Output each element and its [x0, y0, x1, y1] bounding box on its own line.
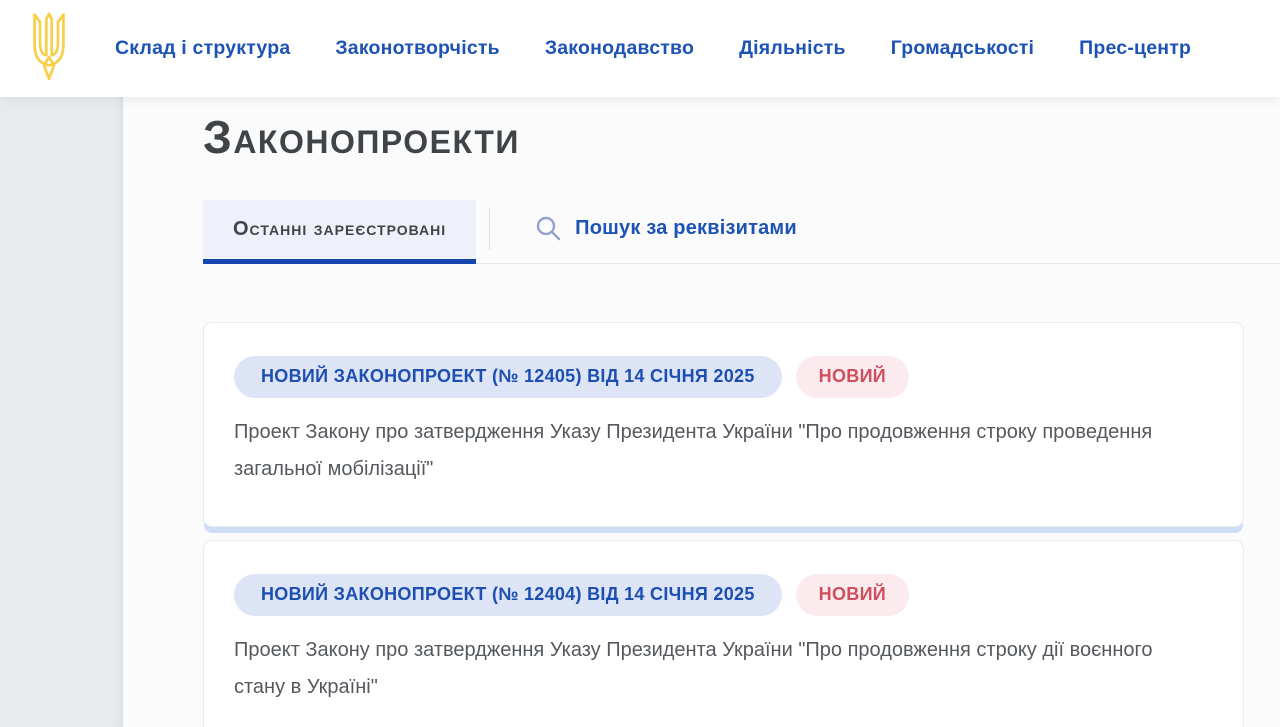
bill-card-12404[interactable]: НОВИЙ ЗАКОНОПРОЕКТ (№ 12404) ВІД 14 СІЧН… [203, 540, 1244, 727]
tab-search-label: Пошук за реквізитами [575, 217, 797, 240]
badge-row: НОВИЙ ЗАКОНОПРОЕКТ (№ 12405) ВІД 14 СІЧН… [234, 356, 1213, 398]
tab-latest-registered-label: Останні зареєстровані [233, 218, 446, 241]
nav-item-zakonotvorchist[interactable]: Законотворчість [335, 37, 499, 60]
nav-item-hromadskosti[interactable]: Громадськості [891, 37, 1034, 60]
status-badge-new: НОВИЙ [796, 574, 909, 616]
rada-logo[interactable] [27, 12, 71, 86]
bill-number-badge[interactable]: НОВИЙ ЗАКОНОПРОЕКТ (№ 12404) ВІД 14 СІЧН… [234, 574, 782, 616]
status-badge-new: НОВИЙ [796, 356, 909, 398]
main-nav: Склад і структура Законотворчість Законо… [115, 37, 1191, 60]
page-title: Законопроекти [203, 111, 1280, 164]
bill-number-badge[interactable]: НОВИЙ ЗАКОНОПРОЕКТ (№ 12405) ВІД 14 СІЧН… [234, 356, 782, 398]
tabs-bar: Останні зареєстровані Пошук за реквізита… [203, 200, 1280, 264]
nav-item-diyalnist[interactable]: Діяльність [739, 37, 846, 60]
left-sidebar [0, 97, 123, 727]
ukraine-trident-icon [27, 12, 71, 86]
nav-item-zakonodavstvo[interactable]: Законодавство [545, 37, 694, 60]
bill-card-12405[interactable]: НОВИЙ ЗАКОНОПРОЕКТ (№ 12405) ВІД 14 СІЧН… [203, 322, 1244, 527]
search-icon [535, 215, 562, 242]
nav-item-pres-tsentr[interactable]: Прес-центр [1079, 37, 1191, 60]
tab-latest-registered[interactable]: Останні зареєстровані [203, 200, 476, 264]
tab-search-by-requisites[interactable]: Пошук за реквізитами [535, 200, 797, 264]
top-navbar: Склад і структура Законотворчість Законо… [0, 0, 1280, 97]
nav-item-sklad-i-struktura[interactable]: Склад і структура [115, 37, 290, 60]
badge-row: НОВИЙ ЗАКОНОПРОЕКТ (№ 12404) ВІД 14 СІЧН… [234, 574, 1213, 616]
bill-title: Проект Закону про затвердження Указу Пре… [234, 632, 1164, 706]
bills-list: НОВИЙ ЗАКОНОПРОЕКТ (№ 12405) ВІД 14 СІЧН… [203, 322, 1280, 727]
bill-title: Проект Закону про затвердження Указу Пре… [234, 414, 1164, 488]
main-content: Законопроекти Останні зареєстровані Пошу… [123, 97, 1280, 727]
tabs-divider [489, 208, 490, 250]
